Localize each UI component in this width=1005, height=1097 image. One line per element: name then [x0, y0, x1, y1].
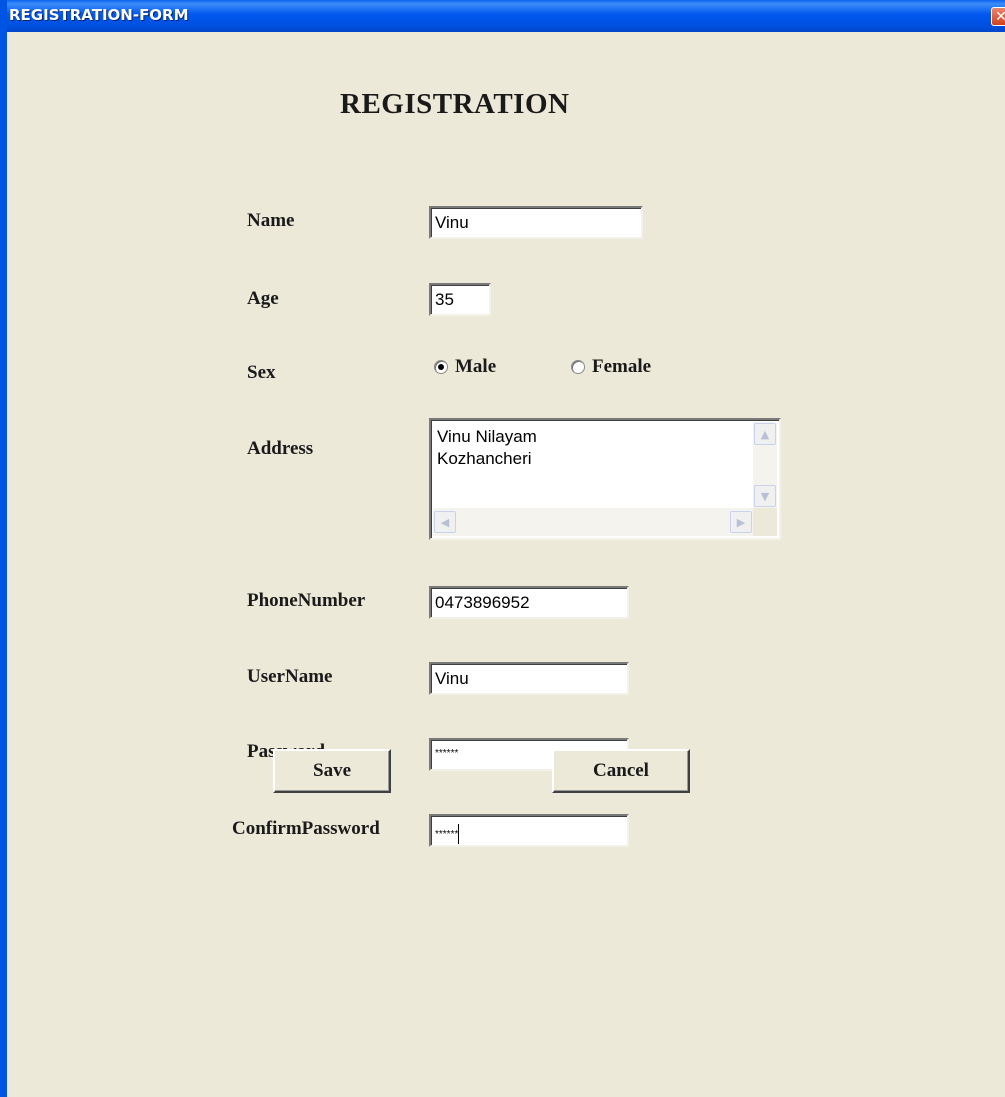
- scroll-left-icon[interactable]: ◀: [434, 511, 456, 533]
- scroll-right-icon[interactable]: ▶: [730, 511, 752, 533]
- window-title: REGISTRATION-FORM: [9, 6, 189, 24]
- password-input-value: ******: [435, 748, 459, 759]
- confirm-password-input-value: ******: [435, 829, 459, 840]
- phone-input-value: 0473896952: [435, 593, 530, 612]
- title-bar[interactable]: REGISTRATION-FORM ✕: [7, 0, 1005, 32]
- radio-female-label[interactable]: Female: [592, 356, 651, 378]
- phone-input[interactable]: 0473896952: [429, 586, 629, 619]
- form-heading: REGISTRATION: [340, 88, 570, 120]
- name-input[interactable]: Vinu: [429, 206, 643, 239]
- age-input-value: 35: [435, 290, 454, 309]
- radio-male-label[interactable]: Male: [455, 356, 496, 378]
- phone-label: PhoneNumber: [247, 590, 366, 611]
- sex-label: Sex: [247, 362, 276, 383]
- address-textarea[interactable]: Vinu Nilayam Kozhancheri ▲ ▼ ◀ ▶: [429, 418, 781, 540]
- save-button-label: Save: [313, 760, 351, 781]
- name-label: Name: [247, 210, 295, 231]
- close-button[interactable]: ✕: [991, 7, 1005, 26]
- username-input[interactable]: Vinu: [429, 662, 629, 695]
- address-vertical-scrollbar[interactable]: ▲ ▼: [753, 422, 777, 508]
- cancel-button-label: Cancel: [593, 760, 649, 781]
- confirm-password-label: ConfirmPassword: [232, 818, 380, 839]
- address-text: Vinu Nilayam Kozhancheri: [437, 426, 537, 470]
- cancel-button[interactable]: Cancel: [552, 749, 690, 793]
- address-label: Address: [247, 438, 314, 459]
- confirm-password-input[interactable]: ******: [429, 814, 629, 847]
- address-line-1: Vinu Nilayam: [437, 427, 537, 446]
- age-label: Age: [247, 288, 279, 309]
- registration-window: REGISTRATION-FORM ✕ REGISTRATION Name Vi…: [0, 0, 1005, 1097]
- text-caret: [458, 824, 460, 844]
- address-line-2: Kozhancheri: [437, 449, 532, 468]
- username-input-value: Vinu: [435, 669, 469, 688]
- username-label: UserName: [247, 666, 333, 687]
- save-button[interactable]: Save: [273, 749, 391, 793]
- radio-selected-dot: [438, 364, 444, 370]
- scroll-up-icon[interactable]: ▲: [754, 423, 776, 445]
- radio-male[interactable]: [434, 360, 448, 374]
- address-horizontal-scrollbar[interactable]: ◀ ▶: [433, 508, 753, 536]
- close-icon: ✕: [995, 8, 1005, 25]
- name-input-value: Vinu: [435, 213, 469, 232]
- radio-female[interactable]: [571, 360, 585, 374]
- scrollbar-corner: [753, 508, 777, 536]
- age-input[interactable]: 35: [429, 283, 491, 316]
- scroll-down-icon[interactable]: ▼: [754, 485, 776, 507]
